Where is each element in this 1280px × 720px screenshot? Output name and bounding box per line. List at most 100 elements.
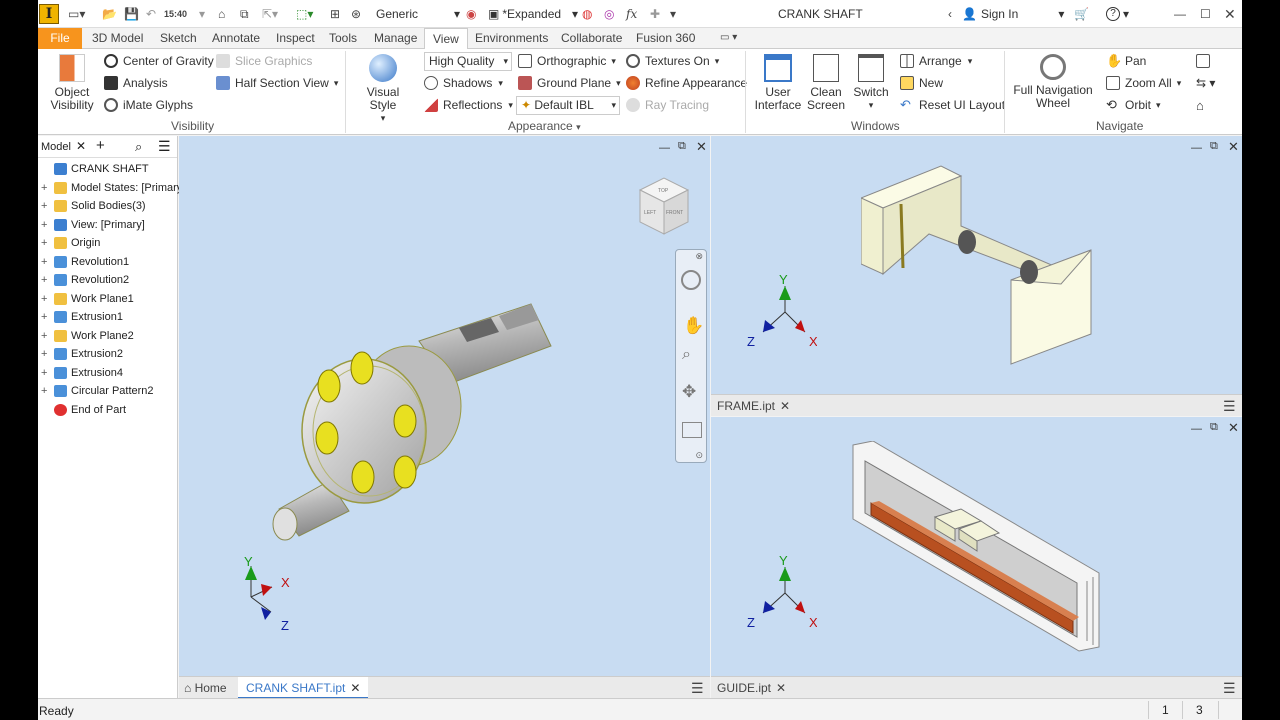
- reset-ui-button[interactable]: ↶ Reset UI Layout: [900, 98, 1005, 113]
- home-view-icon[interactable]: ⌂: [1196, 98, 1204, 113]
- analysis-button[interactable]: Analysis: [104, 76, 168, 90]
- undo-icon[interactable]: ↶: [146, 6, 156, 22]
- ground-plane-button[interactable]: Ground Plane ▾: [518, 76, 621, 90]
- cart-icon[interactable]: 🛒: [1074, 6, 1089, 22]
- vp-minimize-icon[interactable]: —: [659, 142, 670, 154]
- navbar-options-icon[interactable]: ⊙: [695, 450, 703, 461]
- visual-style-button[interactable]: Visual Style ▾: [352, 54, 414, 125]
- vp-restore-icon[interactable]: ⧉: [678, 140, 686, 153]
- vp-close-icon[interactable]: ✕: [1228, 420, 1239, 436]
- material-dropdown[interactable]: Generic ▾: [376, 6, 460, 22]
- object-visibility-button[interactable]: Object Visibility: [48, 54, 96, 112]
- ray-tracing-button[interactable]: Ray Tracing: [626, 98, 709, 112]
- clean-screen-button[interactable]: Clean Screen: [806, 54, 846, 112]
- browser-node[interactable]: + Model States: [Primary]: [38, 179, 185, 197]
- vp-close-icon[interactable]: ✕: [1228, 139, 1239, 155]
- tabs-menu-icon[interactable]: ☰: [1223, 395, 1236, 417]
- navbar-close-icon[interactable]: ⊗: [695, 251, 703, 262]
- frame-doc-tab[interactable]: FRAME.ipt ✕: [717, 395, 790, 417]
- expand-icon[interactable]: +: [41, 293, 51, 305]
- clear-appearance-icon[interactable]: ◎: [604, 6, 614, 22]
- close-browser-icon[interactable]: ✕: [76, 139, 86, 153]
- tab-3d-model[interactable]: 3D Model: [84, 28, 151, 49]
- shadows-button[interactable]: Shadows ▾: [424, 76, 503, 90]
- viewport-frame[interactable]: — ⧉ ✕ Y X Z: [711, 136, 1242, 394]
- properties-icon[interactable]: ⊞: [330, 6, 340, 22]
- user-interface-button[interactable]: User Interface: [754, 54, 802, 112]
- browser-node[interactable]: + Extrusion2: [38, 345, 123, 363]
- browser-node[interactable]: + Extrusion1: [38, 308, 123, 326]
- add-browser-icon[interactable]: +: [96, 137, 105, 154]
- open-folder-icon[interactable]: 📂: [102, 6, 117, 22]
- expand-icon[interactable]: +: [41, 385, 51, 397]
- look-at-nav-icon[interactable]: [682, 422, 702, 438]
- browser-node[interactable]: + Circular Pattern2: [38, 382, 154, 400]
- slice-graphics-button[interactable]: Slice Graphics: [216, 54, 312, 68]
- expand-icon[interactable]: +: [41, 237, 51, 249]
- color-icon[interactable]: ◍: [582, 6, 592, 22]
- add-icon[interactable]: ✚: [650, 6, 660, 22]
- tab-collaborate[interactable]: Collaborate: [553, 28, 630, 49]
- viewport-crank-shaft[interactable]: — ⧉ ✕ TOP LEFT FRONT ⊗ ✋ ⌕ ✥ ⊙ Y X Z: [179, 136, 710, 676]
- expand-icon[interactable]: +: [41, 274, 51, 286]
- tab-file[interactable]: File: [38, 28, 82, 49]
- search-icon[interactable]: ⌕: [135, 139, 142, 155]
- crank-shaft-model[interactable]: [259, 296, 579, 576]
- close-doc-icon[interactable]: ✕: [350, 681, 360, 695]
- select-icon[interactable]: ⇱▾: [262, 6, 278, 22]
- reflections-button[interactable]: Reflections ▾: [424, 98, 513, 112]
- orthographic-button[interactable]: Orthographic ▾: [518, 54, 616, 68]
- browser-node[interactable]: + Solid Bodies(3): [38, 197, 146, 215]
- minimize-icon[interactable]: —: [1174, 6, 1186, 22]
- browser-tab-model[interactable]: Model: [41, 141, 71, 153]
- browser-node[interactable]: CRANK SHAFT: [38, 160, 149, 178]
- steering-wheel-icon[interactable]: [681, 270, 701, 290]
- tabs-menu-icon[interactable]: ☰: [1223, 677, 1236, 699]
- center-of-gravity-button[interactable]: Center of Gravity: [104, 54, 214, 68]
- update-icon[interactable]: ⬚▾: [296, 6, 313, 22]
- customize-icon[interactable]: ▾: [670, 6, 676, 22]
- expand-icon[interactable]: +: [41, 182, 51, 194]
- close-icon[interactable]: ✕: [1224, 6, 1236, 22]
- browser-node[interactable]: + View: [Primary]: [38, 216, 145, 234]
- expand-icon[interactable]: +: [41, 330, 51, 342]
- appearance-panel-label[interactable]: Appearance ▾: [508, 119, 581, 133]
- guide-doc-tab[interactable]: GUIDE.ipt ✕: [717, 677, 786, 699]
- zoom-all-button[interactable]: Zoom All ▾: [1106, 76, 1181, 90]
- guide-model[interactable]: [851, 441, 1111, 653]
- vp-minimize-icon[interactable]: —: [1191, 142, 1202, 154]
- browser-node[interactable]: + Work Plane2: [38, 327, 134, 345]
- imate-glyphs-button[interactable]: iMate Glyphs: [104, 98, 193, 112]
- browser-node[interactable]: + Revolution2: [38, 271, 129, 289]
- tab-tools[interactable]: Tools: [321, 28, 365, 49]
- expand-icon[interactable]: +: [41, 367, 51, 379]
- look-at-icon[interactable]: ⇆ ▾: [1196, 76, 1215, 90]
- copy-icon[interactable]: ⧉: [240, 6, 249, 22]
- viewport-guide[interactable]: — ⧉ ✕ Y X Z: [711, 417, 1242, 676]
- tab-annotate[interactable]: Annotate: [204, 28, 268, 49]
- frame-model[interactable]: [861, 164, 1101, 374]
- home-icon[interactable]: ⌂: [218, 6, 225, 22]
- browser-node[interactable]: + Extrusion4: [38, 364, 123, 382]
- browser-node[interactable]: + Revolution1: [38, 253, 129, 271]
- expand-icon[interactable]: +: [41, 200, 51, 212]
- model-state-dropdown[interactable]: ▣ *Expanded ▾: [488, 6, 578, 22]
- dropdown-icon[interactable]: ▾: [199, 6, 205, 22]
- zoom-icon[interactable]: ⌕: [682, 346, 691, 364]
- maximize-icon[interactable]: ☐: [1200, 6, 1211, 22]
- expand-icon[interactable]: +: [41, 311, 51, 323]
- sign-in[interactable]: 👤 Sign In ▾: [962, 6, 1064, 22]
- tab-manage[interactable]: Manage: [366, 28, 425, 49]
- app-logo[interactable]: I: [39, 4, 59, 24]
- view-cube[interactable]: TOP LEFT FRONT: [634, 176, 694, 238]
- browser-node[interactable]: + Work Plane1: [38, 290, 134, 308]
- refine-appearance-button[interactable]: Refine Appearance: [626, 76, 747, 90]
- tab-sketch[interactable]: Sketch: [152, 28, 205, 49]
- material-icon[interactable]: ⊛: [351, 6, 361, 22]
- browser-node[interactable]: End of Part: [38, 401, 126, 419]
- browser-node[interactable]: + Origin: [38, 234, 100, 252]
- tab-inspect[interactable]: Inspect: [268, 28, 323, 49]
- tab-fusion-360[interactable]: Fusion 360: [628, 28, 703, 49]
- arrange-button[interactable]: Arrange ▾: [900, 54, 972, 68]
- appearance-icon[interactable]: ◉: [466, 6, 476, 22]
